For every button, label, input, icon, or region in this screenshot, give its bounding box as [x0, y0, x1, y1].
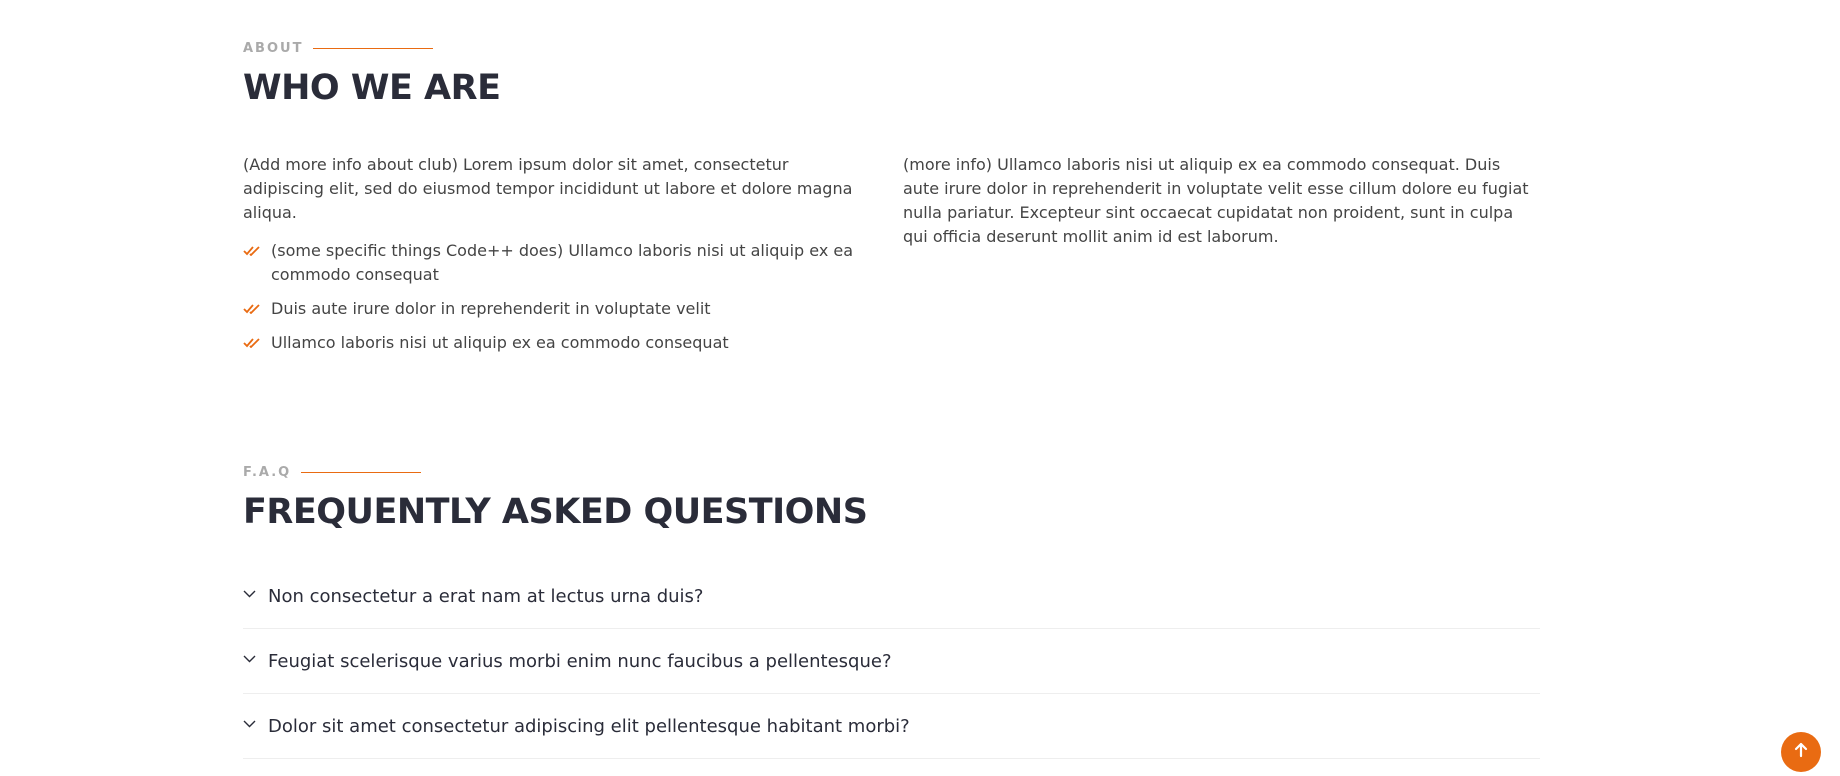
about-title: WHO WE ARE: [243, 68, 501, 108]
about-eyebrow: ABOUT: [243, 40, 1540, 56]
faq-eyebrow-label: F.A.Q: [243, 464, 292, 480]
double-check-icon: [243, 297, 263, 321]
about-right-column: (more info) Ullamco laboris nisi ut aliq…: [903, 153, 1540, 365]
list-item: (some specific things Code++ does) Ullam…: [243, 239, 868, 287]
about-more-info: (more info) Ullamco laboris nisi ut aliq…: [903, 155, 1529, 246]
faq-eyebrow: F.A.Q: [243, 464, 1540, 480]
arrow-up-icon: [1793, 742, 1809, 762]
feature-text: (some specific things Code++ does) Ullam…: [271, 241, 854, 284]
faq-question: Dolor sit amet consectetur adipiscing el…: [268, 715, 910, 737]
about-content: (Add more info about club) Lorem ipsum d…: [243, 153, 1540, 365]
faq-item[interactable]: Non consectetur a erat nam at lectus urn…: [243, 564, 1540, 629]
list-item: Duis aute irure dolor in reprehenderit i…: [243, 297, 868, 321]
faq-question: Non consectetur a erat nam at lectus urn…: [268, 585, 704, 607]
feature-list: (some specific things Code++ does) Ullam…: [243, 239, 868, 355]
feature-text: Ullamco laboris nisi ut aliquip ex ea co…: [271, 333, 729, 352]
feature-text: Duis aute irure dolor in reprehenderit i…: [271, 299, 711, 318]
faq-section: F.A.Q FREQUENTLY ASKED QUESTIONS Non con…: [243, 464, 1540, 759]
faq-question: Feugiat scelerisque varius morbi enim nu…: [268, 650, 892, 672]
back-to-top-button[interactable]: [1781, 732, 1821, 772]
double-check-icon: [243, 331, 263, 355]
chevron-down-icon: [243, 655, 257, 667]
faq-item[interactable]: Feugiat scelerisque varius morbi enim nu…: [243, 629, 1540, 694]
eyebrow-divider: [301, 471, 422, 473]
about-intro: (Add more info about club) Lorem ipsum d…: [243, 155, 853, 222]
faq-list: Non consectetur a erat nam at lectus urn…: [243, 564, 1540, 759]
about-left-column: (Add more info about club) Lorem ipsum d…: [243, 153, 868, 365]
eyebrow-divider: [313, 47, 434, 49]
about-eyebrow-label: ABOUT: [243, 40, 304, 56]
list-item: Ullamco laboris nisi ut aliquip ex ea co…: [243, 331, 868, 355]
about-section: ABOUT WHO WE ARE (Add more info about cl…: [243, 40, 1540, 353]
faq-title: FREQUENTLY ASKED QUESTIONS: [243, 492, 868, 532]
double-check-icon: [243, 239, 263, 263]
faq-item[interactable]: Dolor sit amet consectetur adipiscing el…: [243, 694, 1540, 759]
chevron-down-icon: [243, 720, 257, 732]
chevron-down-icon: [243, 590, 257, 602]
